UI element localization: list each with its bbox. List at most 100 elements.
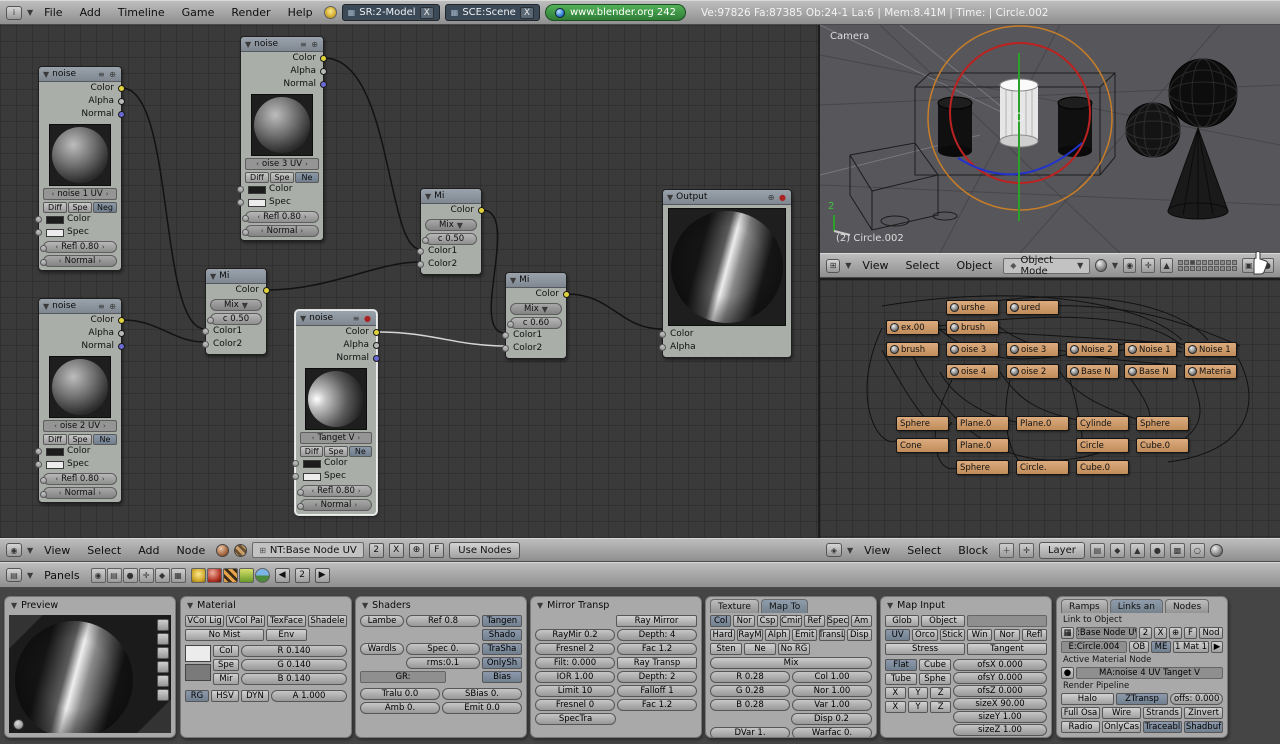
refl-slider[interactable]: ‹Refl 0.80› — [43, 473, 117, 485]
node-tree-field[interactable]: T:Base Node UV — [1076, 627, 1137, 639]
diff-toggle[interactable]: Diff — [245, 172, 269, 183]
material-index-button[interactable]: 1 Mat 1 — [1173, 641, 1209, 653]
vcol-light-toggle[interactable]: VCol Lig — [185, 615, 224, 627]
blend-mode-dropdown[interactable]: Mix — [710, 657, 872, 669]
transp-depth-slider[interactable]: Depth: 2 — [617, 671, 697, 683]
alpha-out-socket[interactable] — [118, 330, 125, 337]
spec-slider[interactable]: Spec 0. — [406, 643, 480, 655]
refl-in-socket[interactable] — [40, 245, 47, 252]
ray-transp-toggle[interactable]: Ray Transp — [617, 657, 697, 669]
color-out-socket[interactable] — [118, 85, 125, 92]
overview-node[interactable]: Sphere — [956, 460, 1009, 475]
preview-sphere-icon[interactable] — [157, 633, 169, 645]
page-next-icon[interactable]: ▶ — [315, 568, 330, 583]
collapse-icon[interactable]: ▼ — [210, 272, 216, 281]
spec-swatch[interactable] — [46, 461, 64, 469]
overview-node[interactable]: Base N — [1124, 364, 1177, 379]
menu-object[interactable]: Object — [950, 259, 998, 272]
hsv-mode-toggle[interactable]: HSV — [211, 690, 239, 702]
fac-slider[interactable]: c 0.50 — [425, 233, 477, 245]
zoffset-slider[interactable]: offs: 0.000 — [1170, 693, 1223, 705]
tangent-input-toggle[interactable]: Tangent — [967, 643, 1047, 655]
y-axis-toggle[interactable]: Y — [908, 687, 929, 699]
color2-in-socket[interactable] — [417, 261, 424, 268]
b-slider[interactable]: B 0.140 — [241, 673, 347, 685]
z-axis-toggle[interactable]: Z — [930, 701, 951, 713]
shadow-toggle[interactable]: Shado — [482, 629, 522, 641]
r-slider[interactable]: R 0.140 — [241, 645, 347, 657]
node-header-icons[interactable]: ≡ ⊕ — [300, 40, 319, 49]
collapse-menu-icon[interactable]: ▼ — [27, 571, 33, 580]
overview-node[interactable]: Circle — [1076, 438, 1129, 453]
color-in-socket[interactable] — [659, 331, 666, 338]
menu-block[interactable]: Block — [952, 544, 994, 557]
collapse-icon[interactable]: ▼ — [11, 601, 17, 610]
zinvert-toggle[interactable]: ZInvert — [1184, 707, 1223, 719]
node-mix-3[interactable]: ▼Mi Color Mix▼ c 0.60 Color1 Color2 — [505, 272, 567, 359]
emit-slider[interactable]: Emit 0.0 — [442, 702, 522, 714]
color-in-socket[interactable] — [292, 460, 299, 467]
tex-g-slider[interactable]: G 0.28 — [710, 685, 790, 697]
radiosity-buttons-icon[interactable] — [239, 568, 254, 583]
col-toggle[interactable]: Col — [710, 615, 731, 627]
raymir-toggle[interactable]: RayM — [737, 629, 762, 641]
color-in-socket[interactable] — [237, 186, 244, 193]
alpha-in-socket[interactable] — [659, 344, 666, 351]
collapse-icon[interactable]: ▼ — [300, 314, 306, 323]
menu-help[interactable]: Help — [282, 6, 319, 19]
refl-in-socket[interactable] — [40, 477, 47, 484]
page-number[interactable]: 2 — [295, 568, 310, 583]
nodes-toggle[interactable]: Nod — [1199, 627, 1223, 639]
neg-toggle[interactable]: Ne — [295, 172, 319, 183]
tab-links[interactable]: Links an — [1110, 599, 1163, 613]
group-field[interactable]: GR: — [360, 671, 446, 683]
overview-node[interactable]: oise 2 — [1006, 364, 1059, 379]
ob-link-toggle[interactable]: OB — [1129, 641, 1149, 653]
color-swatch[interactable] — [46, 448, 64, 456]
node-header[interactable]: ▼Mi — [206, 269, 266, 284]
lamp-filter-icon[interactable]: ○ — [1190, 543, 1205, 558]
mesh-filter-icon[interactable]: ▲ — [1130, 543, 1145, 558]
z-axis-toggle[interactable]: Z — [930, 687, 951, 699]
panel-title-bar[interactable]: ▼Material — [181, 597, 351, 613]
blend-mode-dropdown[interactable]: Mix▼ — [425, 219, 477, 231]
wire-toggle[interactable]: Wire — [1102, 707, 1141, 719]
ref-slider[interactable]: Ref 0.8 — [406, 615, 480, 627]
col-fac-slider[interactable]: Col 1.00 — [792, 671, 872, 683]
normal-in-socket[interactable] — [40, 259, 47, 266]
spec-in-socket[interactable] — [35, 461, 42, 468]
normal-in-socket[interactable] — [242, 229, 249, 236]
tab-map-to[interactable]: Map To — [761, 599, 808, 613]
dyn-toggle[interactable]: DYN — [241, 690, 269, 702]
spec-swatch[interactable] — [303, 473, 321, 481]
mirror-depth-slider[interactable]: Depth: 4 — [617, 629, 697, 641]
scene-context-icon[interactable]: ▦ — [171, 568, 186, 583]
menu-file[interactable]: File — [38, 6, 68, 19]
ofsy-slider[interactable]: ofsY 0.000 — [953, 672, 1047, 684]
emit-toggle[interactable]: Emit — [792, 629, 817, 641]
spec-in-socket[interactable] — [35, 229, 42, 236]
material-buttons-icon[interactable] — [207, 568, 222, 583]
screen-selector[interactable]: ▦ SR:2-Model X — [342, 4, 440, 21]
overview-node[interactable]: ex.00 — [886, 320, 939, 335]
fake-user-button[interactable]: F — [1184, 627, 1197, 639]
browse-icon[interactable]: ▦ — [451, 8, 459, 17]
material-icon[interactable]: ● — [1061, 667, 1074, 679]
collapse-icon[interactable]: ▼ — [425, 192, 431, 201]
collapse-menu-icon[interactable]: ▼ — [847, 546, 853, 555]
onlyshadow-toggle[interactable]: OnlySh — [482, 657, 522, 669]
layer-button[interactable]: Layer — [1039, 542, 1085, 559]
overview-node[interactable]: ured — [1006, 300, 1059, 315]
node-header[interactable]: ▼ noise ≡ ● — [296, 311, 376, 326]
node-header-icons[interactable]: ≡ ⊕ — [98, 70, 117, 79]
panel-title-bar[interactable]: ▼Map Input — [881, 597, 1051, 613]
color-swatch[interactable] — [248, 186, 266, 194]
spec-shader-dropdown[interactable]: Wardls — [360, 643, 404, 655]
color-out-socket[interactable] — [118, 317, 125, 324]
collapse-menu-icon[interactable]: ▼ — [27, 8, 33, 17]
logic-context-icon[interactable]: ◉ — [91, 568, 106, 583]
texture-filter-icon[interactable]: ▩ — [1170, 543, 1185, 558]
color2-in-socket[interactable] — [502, 345, 509, 352]
alpha-toggle[interactable]: Alph — [765, 629, 790, 641]
color-out-socket[interactable] — [563, 291, 570, 298]
